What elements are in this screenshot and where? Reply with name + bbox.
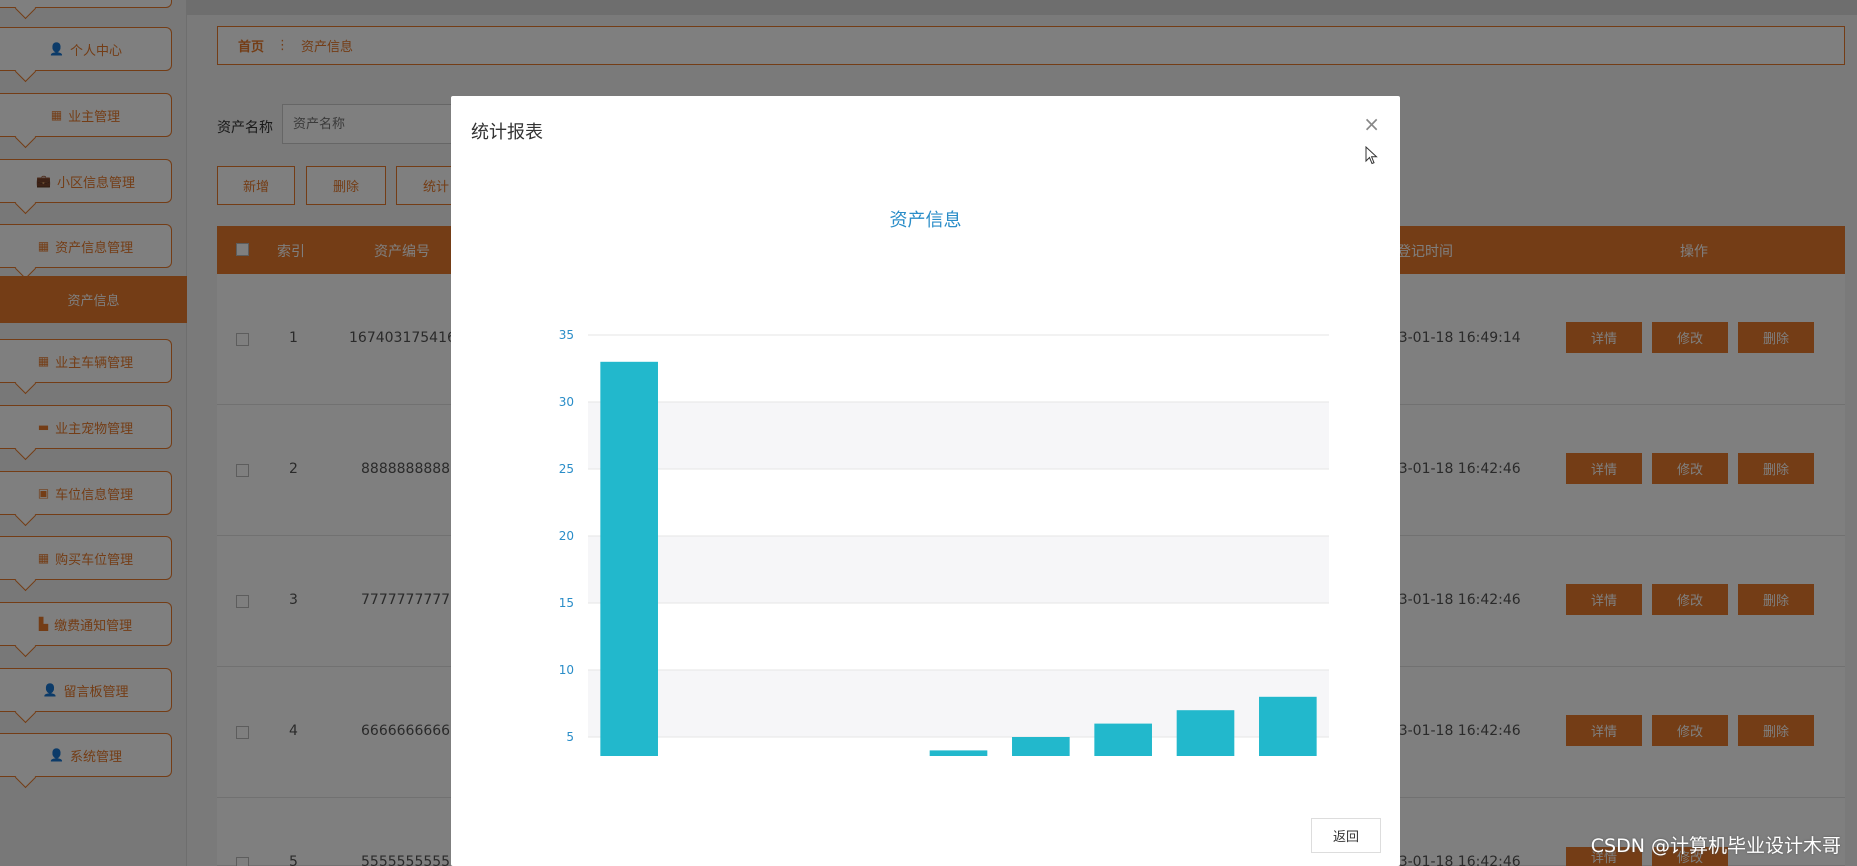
bar bbox=[1176, 710, 1235, 756]
bar bbox=[1259, 696, 1317, 756]
y-tick-label: 5 bbox=[566, 730, 574, 744]
grid-band bbox=[588, 402, 1329, 469]
grid-band bbox=[588, 536, 1329, 603]
y-tick-label: 20 bbox=[559, 529, 574, 543]
mouse-cursor-icon bbox=[1365, 146, 1378, 165]
bar bbox=[1012, 737, 1070, 756]
stats-modal: 统计报表 × 资产信息 05101520253035设备A资产名称1资产名称2资… bbox=[451, 96, 1400, 866]
y-tick-label: 30 bbox=[559, 395, 574, 409]
bar bbox=[1094, 723, 1152, 756]
y-tick-label: 10 bbox=[559, 663, 574, 677]
bar bbox=[929, 750, 988, 756]
close-icon[interactable]: × bbox=[1363, 114, 1380, 134]
y-tick-label: 35 bbox=[559, 328, 574, 342]
y-tick-label: 25 bbox=[559, 462, 574, 476]
y-tick-label: 15 bbox=[559, 596, 574, 610]
return-button[interactable]: 返回 bbox=[1311, 818, 1381, 853]
bar-chart: 05101520253035设备A资产名称1资产名称2资产名称3资产名称4资产名… bbox=[559, 328, 1329, 756]
watermark: CSDN @计算机毕业设计木哥 bbox=[1590, 835, 1841, 857]
modal-title: 统计报表 bbox=[471, 122, 543, 143]
bar bbox=[600, 361, 658, 756]
